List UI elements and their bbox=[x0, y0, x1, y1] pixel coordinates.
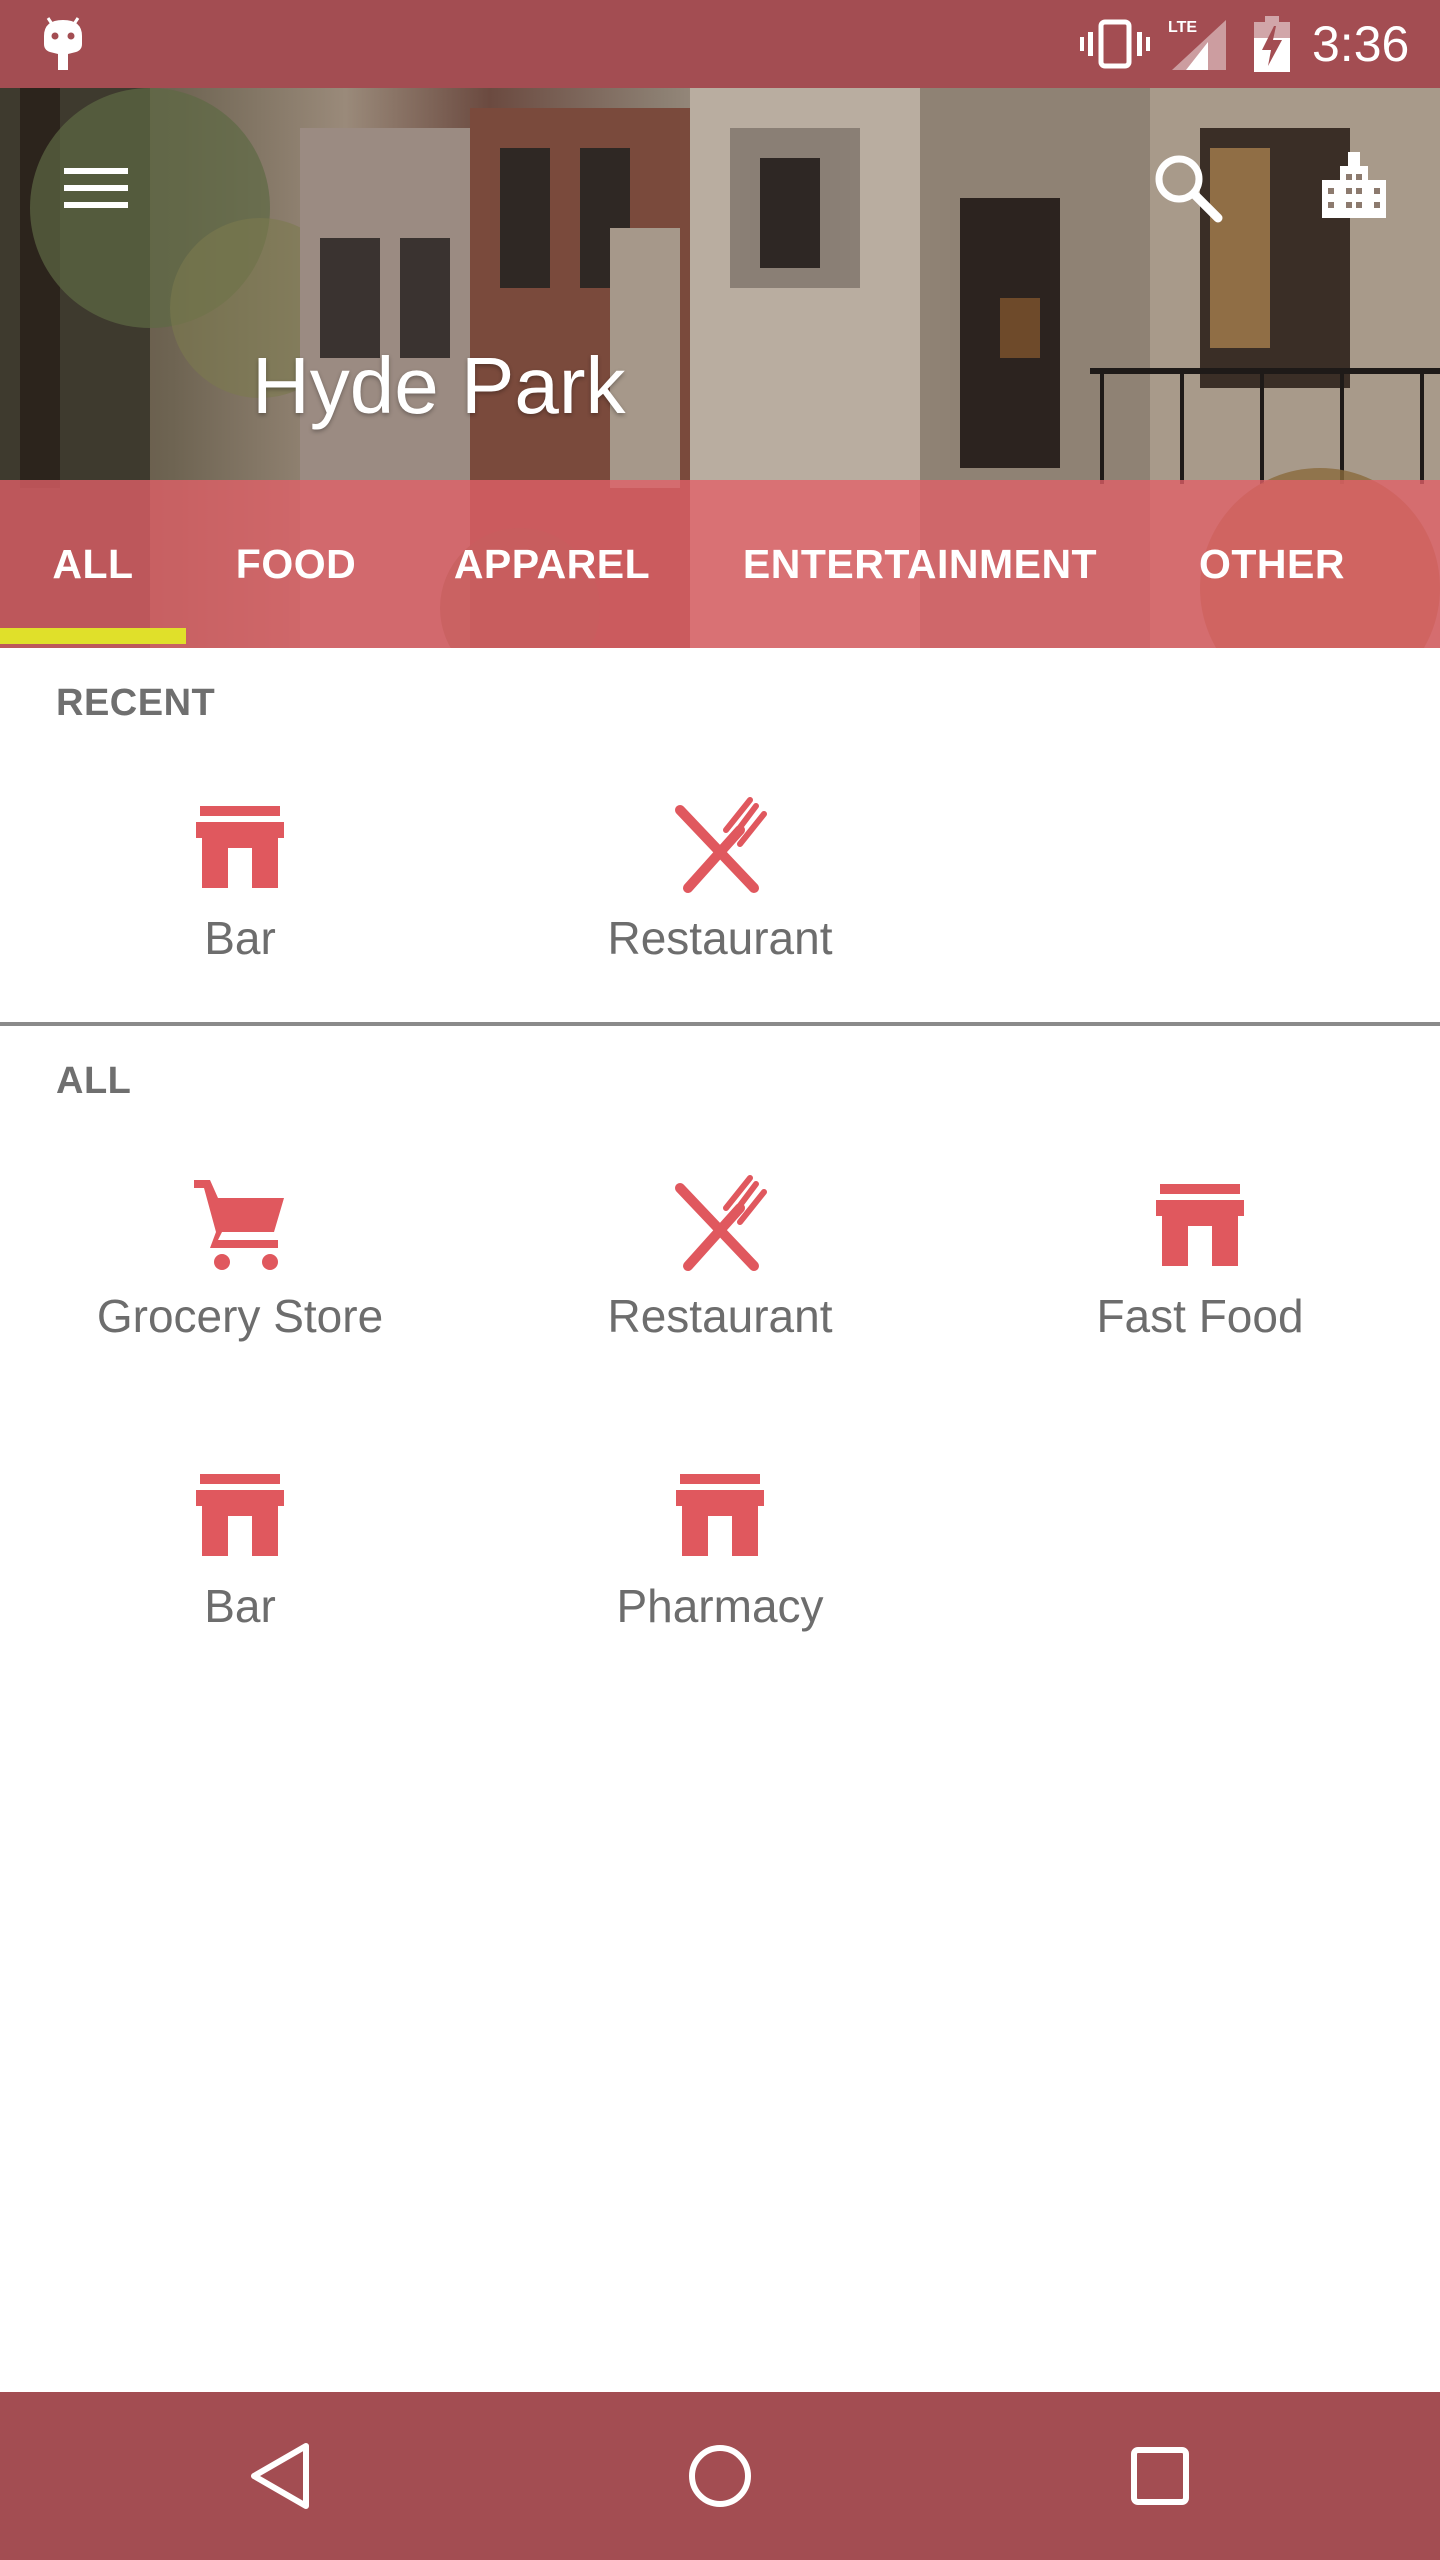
tab-food[interactable]: FOOD bbox=[200, 480, 392, 648]
store-icon bbox=[1156, 1184, 1244, 1266]
svg-text:LTE: LTE bbox=[1168, 19, 1197, 36]
tab-apparel[interactable]: APPAREL bbox=[432, 480, 672, 648]
status-bar: LTE 3:36 bbox=[0, 0, 1440, 88]
utensils-icon bbox=[675, 797, 767, 893]
tab-selected-indicator bbox=[0, 628, 186, 644]
home-icon[interactable] bbox=[678, 2434, 762, 2518]
category-item-label: Restaurant bbox=[607, 1290, 833, 1342]
category-item-restaurant[interactable]: Restaurant bbox=[480, 1174, 960, 1344]
back-icon[interactable] bbox=[240, 2434, 324, 2518]
cart-icon bbox=[194, 1180, 284, 1270]
category-item-fast-food[interactable]: Fast Food bbox=[960, 1174, 1440, 1344]
status-clock: 3:36 bbox=[1312, 16, 1410, 72]
city-icon[interactable] bbox=[1318, 150, 1390, 222]
category-item-bar[interactable]: Bar bbox=[0, 1464, 480, 1634]
category-item-label: Fast Food bbox=[1096, 1290, 1304, 1342]
recents-icon[interactable] bbox=[1118, 2434, 1202, 2518]
all-heading: ALL bbox=[56, 1060, 132, 1102]
tab-all[interactable]: ALL bbox=[20, 480, 166, 648]
lte-signal-icon: LTE bbox=[1168, 19, 1226, 70]
category-tabs: ALL FOOD APPAREL ENTERTAINMENT OTHER bbox=[0, 480, 1440, 648]
category-item-grocery-store[interactable]: Grocery Store bbox=[0, 1174, 480, 1344]
header-banner: Hyde Park ALL FOOD APPAREL ENTERTAINMENT… bbox=[0, 88, 1440, 648]
android-icon bbox=[44, 17, 82, 70]
tab-other[interactable]: OTHER bbox=[1170, 480, 1374, 648]
recent-heading: RECENT bbox=[56, 682, 216, 724]
recent-item-label: Bar bbox=[204, 912, 276, 964]
search-icon[interactable] bbox=[1150, 150, 1224, 224]
store-icon bbox=[196, 1474, 284, 1556]
neighborhood-title: Hyde Park bbox=[252, 341, 626, 430]
section-divider bbox=[0, 1022, 1440, 1026]
category-item-label: Grocery Store bbox=[96, 1290, 384, 1342]
menu-icon[interactable] bbox=[60, 162, 132, 214]
category-item-label: Pharmacy bbox=[616, 1580, 824, 1632]
system-nav-bar bbox=[0, 2392, 1440, 2560]
store-icon bbox=[196, 806, 284, 888]
recent-item-restaurant[interactable]: Restaurant bbox=[480, 796, 960, 966]
category-item-pharmacy[interactable]: Pharmacy bbox=[480, 1464, 960, 1634]
battery-charging-icon bbox=[1254, 16, 1290, 72]
category-item-label: Bar bbox=[204, 1580, 276, 1632]
tab-entertainment[interactable]: ENTERTAINMENT bbox=[720, 480, 1120, 648]
recent-item-bar[interactable]: Bar bbox=[0, 796, 480, 966]
vibrate-icon bbox=[1080, 19, 1150, 69]
store-icon bbox=[676, 1474, 764, 1556]
recent-item-label: Restaurant bbox=[607, 912, 833, 964]
utensils-icon bbox=[675, 1175, 767, 1271]
